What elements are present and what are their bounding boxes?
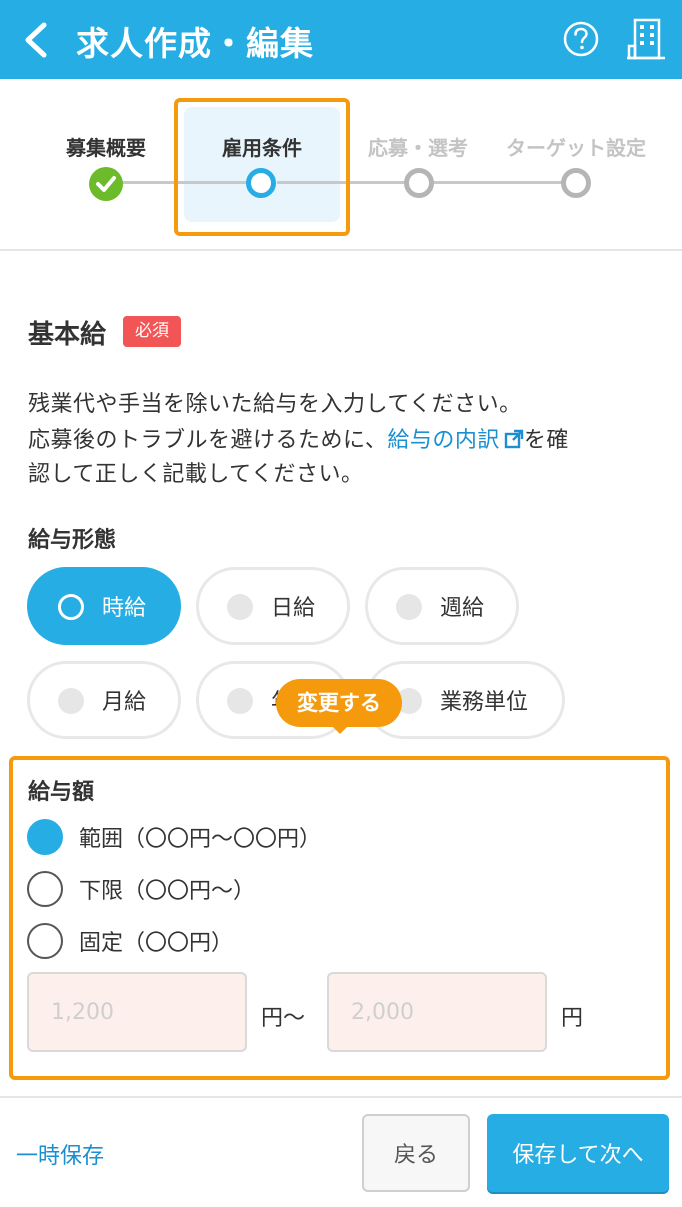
building-icon[interactable] — [626, 18, 666, 60]
radio-label: 下限（〇〇円〜） — [79, 879, 256, 904]
salary-breakdown-link[interactable]: 給与の内訳 — [387, 428, 524, 453]
radio-label: 固定（〇〇円） — [79, 931, 234, 956]
pay-type-monthly[interactable]: 月給 — [27, 661, 181, 739]
pay-type-label: 給与形態 — [28, 528, 117, 553]
step-connector — [433, 181, 573, 184]
step-dot-future[interactable] — [404, 168, 434, 198]
radio-checked-icon — [27, 819, 63, 855]
step-label-recruitment-overview: 募集概要 — [66, 136, 146, 160]
tooltip-arrow — [332, 726, 348, 734]
temp-save-link[interactable]: 一時保存 — [16, 1138, 104, 1170]
radio-icon — [58, 594, 84, 620]
radio-icon — [227, 594, 253, 620]
step-label-application-selection: 応募・選考 — [368, 136, 468, 160]
unit-range-label: 円〜 — [261, 1006, 306, 1031]
step-dot-future[interactable] — [561, 168, 591, 198]
app-header: 求人作成・編集 — [0, 0, 682, 79]
back-icon[interactable] — [18, 20, 54, 60]
pay-type-hourly[interactable]: 時給 — [27, 567, 181, 645]
description-line: 残業代や手当を除いた給与を入力してください。 — [28, 392, 522, 417]
pay-type-daily[interactable]: 日給 — [196, 567, 350, 645]
link-text: 給与の内訳 — [387, 428, 500, 453]
required-badge: 必須 — [123, 316, 181, 347]
step-highlight-frame — [174, 98, 350, 236]
pill-label: 時給 — [102, 596, 147, 621]
description-text: を確 — [523, 428, 569, 453]
unit-label: 円 — [561, 1006, 584, 1031]
pay-type-weekly[interactable]: 週給 — [365, 567, 519, 645]
radio-icon — [396, 594, 422, 620]
description-text: 応募後のトラブルを避けるために、 — [28, 428, 388, 453]
salary-amount-label: 給与額 — [28, 780, 95, 805]
step-label-target-setting: ターゲット設定 — [506, 136, 646, 160]
change-tooltip: 変更する — [276, 679, 402, 727]
check-icon[interactable] — [89, 167, 123, 201]
radio-icon — [227, 688, 253, 714]
back-button[interactable]: 戻る — [362, 1114, 470, 1192]
radio-icon — [58, 688, 84, 714]
pill-label: 月給 — [102, 690, 147, 715]
help-icon[interactable] — [561, 19, 601, 59]
min-amount-input[interactable] — [27, 972, 247, 1052]
description-line: 応募後のトラブルを避けるために、給与の内訳 を確 — [28, 422, 569, 454]
radio-icon — [27, 871, 63, 907]
external-link-icon — [504, 429, 524, 449]
pill-label: 週給 — [440, 596, 485, 621]
pill-label: 日給 — [271, 596, 316, 621]
page-title: 求人作成・編集 — [76, 24, 314, 63]
description-line: 認して正しく記載してください。 — [28, 462, 364, 487]
radio-icon — [27, 923, 63, 959]
section-title: 基本給 — [28, 320, 107, 350]
pill-label: 業務単位 — [440, 690, 529, 715]
radio-label: 範囲（〇〇円〜〇〇円） — [79, 827, 322, 852]
save-next-button[interactable]: 保存して次へ — [487, 1114, 669, 1192]
max-amount-input[interactable] — [327, 972, 547, 1052]
